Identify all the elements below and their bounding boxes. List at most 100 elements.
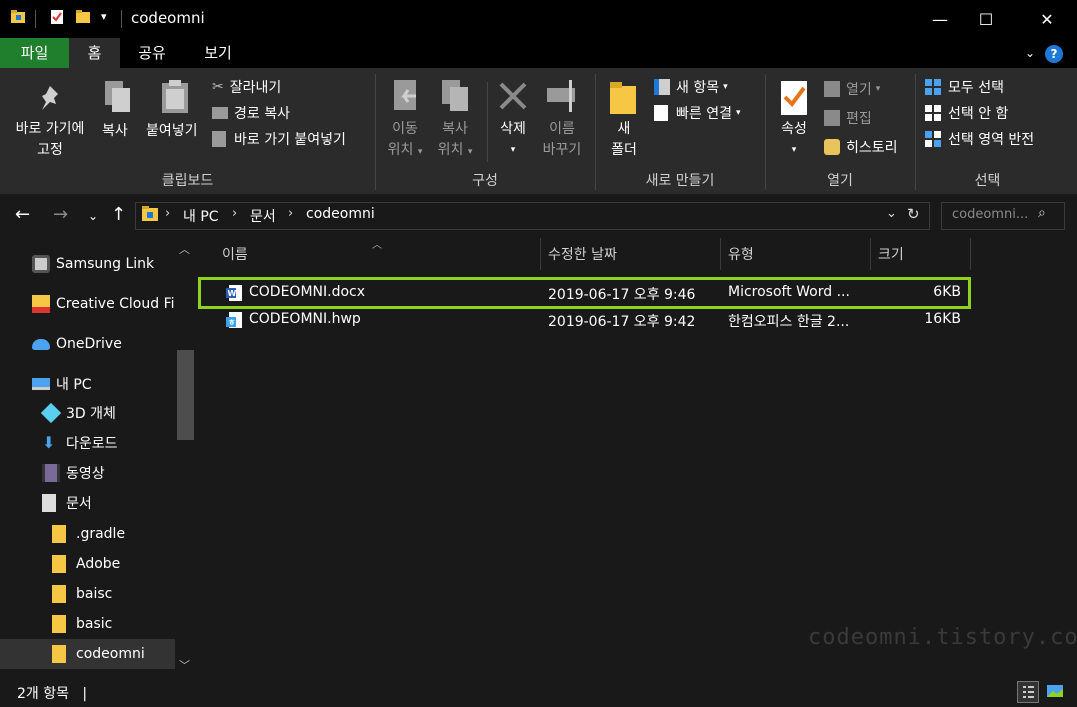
nav-item-videos[interactable]: 동영상 [0, 458, 175, 488]
nav-item-creative-cloud[interactable]: Creative Cloud Fil [0, 289, 175, 319]
tab-file[interactable]: 파일 [0, 38, 69, 68]
item-count: 2개 항목 | [17, 686, 88, 702]
move-to-button[interactable]: 이동 위치 ▾ [380, 119, 430, 163]
new-folder-icon [610, 82, 636, 114]
breadcrumb-separator[interactable]: › [232, 206, 237, 221]
nav-item-3d-objects[interactable]: 3D 개체 [0, 398, 175, 428]
nav-item-samsung-link[interactable]: Samsung Link [0, 249, 175, 279]
copy-path-button[interactable]: 경로 복사 [212, 103, 290, 123]
nav-item-codeomni[interactable]: codeomni [0, 639, 175, 669]
folder-icon [52, 645, 66, 663]
close-button[interactable]: ✕ [1024, 0, 1070, 38]
help-button[interactable]: ? [1045, 45, 1063, 63]
word-doc-icon: W [226, 285, 242, 301]
delete-button[interactable]: 삭제 ▾ [493, 119, 533, 161]
breadcrumb-documents[interactable]: 문서 [250, 206, 276, 226]
refresh-icon[interactable]: ↻ [907, 205, 920, 223]
tab-share[interactable]: 공유 [120, 38, 184, 68]
breadcrumb-pc[interactable]: 내 PC [183, 206, 219, 226]
select-all-icon [925, 79, 941, 95]
forward-arrow-icon[interactable]: → [53, 204, 68, 225]
collapse-ribbon-icon[interactable]: ⌄ [1025, 46, 1035, 60]
copy-to-button[interactable]: 복사 위치 ▾ [430, 119, 480, 163]
breadcrumb-codeomni[interactable]: codeomni [306, 206, 375, 222]
search-icon[interactable]: ⌕ [1038, 205, 1046, 221]
history-button[interactable]: 히스토리 [824, 137, 898, 157]
group-open-label: 열기 [827, 173, 853, 189]
open-button[interactable]: 열기 ▾ [824, 79, 880, 99]
up-arrow-icon[interactable]: ↑ [111, 204, 126, 225]
samsung-link-icon [32, 255, 50, 273]
download-icon: ⬇ [42, 433, 56, 452]
paste-button[interactable]: 붙여넣기 [146, 120, 198, 140]
address-dropdown-icon[interactable]: ⌄ [886, 206, 897, 221]
properties-quick-icon[interactable] [49, 9, 65, 25]
scroll-up-icon[interactable]: ︿ [179, 241, 190, 257]
history-icon [824, 139, 840, 155]
easy-access-button[interactable]: 빠른 연결 ▾ [654, 103, 741, 123]
nav-scrollbar[interactable] [175, 236, 196, 676]
nav-item-documents[interactable]: 문서 [0, 488, 175, 518]
paste-icon [162, 80, 188, 113]
invert-selection-button[interactable]: 선택 영역 반전 [924, 129, 1034, 149]
minimize-icon: — [932, 9, 948, 29]
pin-quick-access-button[interactable]: 바로 가기에 고정 [6, 119, 94, 161]
nav-scroll-thumb[interactable] [177, 350, 194, 440]
status-bar [0, 676, 1077, 707]
properties-button[interactable]: 속성 ▾ [772, 119, 816, 161]
column-header-size[interactable]: 크기 [878, 244, 904, 264]
tab-view[interactable]: 보기 [184, 38, 252, 68]
nav-item-baisc[interactable]: baisc [0, 579, 175, 609]
rename-icon [547, 80, 575, 112]
delete-icon [499, 82, 527, 110]
maximize-button[interactable]: ☐ [963, 0, 1009, 38]
tab-home[interactable]: 홈 [69, 38, 120, 68]
group-clipboard-label: 클립보드 [161, 173, 214, 189]
folder-location-icon [142, 206, 158, 221]
column-header-type[interactable]: 유형 [728, 244, 754, 264]
breadcrumb-separator[interactable]: › [288, 206, 293, 221]
nav-item-gradle[interactable]: .gradle [0, 519, 175, 549]
svg-text:W: W [228, 289, 237, 298]
column-header-name[interactable]: 이름 [222, 244, 248, 264]
ribbon-tabs: 파일 홈 공유 보기 ⌄ ? [0, 38, 1077, 68]
new-item-button[interactable]: 새 항목 ▾ [654, 77, 728, 97]
nav-item-downloads[interactable]: ⬇ 다운로드 [0, 428, 175, 458]
column-header-modified[interactable]: 수정한 날짜 [548, 244, 617, 264]
copy-button[interactable]: 복사 [102, 120, 128, 140]
file-name[interactable]: CODEOMNI.hwp [249, 311, 361, 327]
nav-item-adobe[interactable]: Adobe [0, 549, 175, 579]
file-size: 6KB [933, 284, 961, 300]
folder-icon [52, 555, 66, 573]
breadcrumb-separator[interactable]: › [165, 206, 170, 221]
documents-icon [42, 494, 56, 512]
file-name[interactable]: CODEOMNI.docx [249, 284, 365, 300]
new-folder-button[interactable]: 새 폴더 [600, 119, 648, 161]
nav-item-pc[interactable]: 내 PC [0, 369, 175, 399]
new-folder-quick-icon[interactable] [75, 9, 91, 25]
properties-icon [781, 81, 807, 115]
scroll-down-icon[interactable]: ﹀ [179, 657, 190, 673]
select-all-button[interactable]: 모두 선택 [924, 77, 1004, 97]
details-view-button[interactable] [1017, 681, 1039, 703]
close-icon: ✕ [1040, 9, 1054, 29]
paste-shortcut-button[interactable]: 바로 가기 붙여넣기 [212, 129, 346, 149]
paste-shortcut-icon [212, 131, 226, 147]
back-arrow-icon[interactable]: ← [15, 204, 30, 225]
cut-button[interactable]: ✂ 잘라내기 [212, 77, 281, 97]
nav-item-onedrive[interactable]: OneDrive [0, 329, 175, 359]
customize-qat-icon[interactable]: ▾ [101, 10, 107, 23]
recent-locations-icon[interactable]: ⌄ [88, 209, 98, 223]
large-icons-view-button[interactable] [1045, 681, 1067, 703]
edit-button[interactable]: 편집 [824, 108, 872, 128]
folder-quick-icon[interactable] [10, 9, 26, 25]
rename-button[interactable]: 이름 바꾸기 [537, 119, 587, 161]
file-type: Microsoft Word ... [728, 284, 850, 300]
nav-item-basic[interactable]: basic [0, 609, 175, 639]
select-none-button[interactable]: 선택 안 함 [924, 103, 1008, 123]
open-icon [824, 81, 840, 97]
hwp-doc-icon: ㅎ [226, 312, 242, 328]
minimize-button[interactable]: — [917, 0, 963, 38]
folder-icon [52, 525, 66, 543]
svg-text:ㅎ: ㅎ [228, 318, 235, 327]
